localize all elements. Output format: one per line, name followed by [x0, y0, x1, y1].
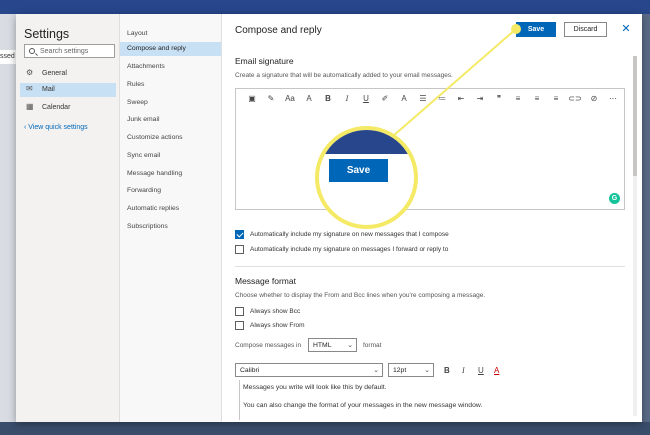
app-top-band	[0, 0, 650, 14]
subnav-item-message-handling[interactable]: Message handling	[120, 167, 221, 181]
bullets-icon[interactable]: ☰	[415, 92, 431, 106]
subnav-item-forwarding[interactable]: Forwarding	[120, 184, 221, 198]
search-icon	[29, 48, 35, 54]
italic-icon[interactable]: I	[339, 92, 355, 106]
font-color-icon[interactable]: A	[396, 92, 412, 106]
email-signature-heading: Email signature	[235, 56, 294, 66]
subnav-item-junk[interactable]: Junk email	[120, 113, 221, 127]
compose-format-select[interactable]: HTML ⌄	[308, 338, 357, 352]
editor-toolbar: ▣ ✎ Aa A B I U ✐ A ☰ ≔ ⇤ ⇥ ❞ ≡ ≡ ≡ ⊂⊃ ⊘ …	[236, 89, 624, 109]
message-format-heading: Message format	[235, 276, 296, 286]
scrollbar-thumb[interactable]	[633, 56, 637, 176]
email-signature-description: Create a signature that will be automati…	[235, 72, 453, 79]
numbering-icon[interactable]: ≔	[434, 92, 450, 106]
italic-icon[interactable]: I	[462, 366, 465, 375]
format-painter-icon[interactable]: ✎	[263, 92, 279, 106]
align-center-icon[interactable]: ≡	[529, 92, 545, 106]
underline-icon[interactable]: U	[358, 92, 374, 106]
subnav-item-customize[interactable]: Customize actions	[120, 131, 221, 145]
always-from-checkbox[interactable]	[235, 321, 244, 330]
chevron-down-icon: ⌄	[347, 342, 353, 349]
subnav-item-sweep[interactable]: Sweep	[120, 96, 221, 110]
view-quick-settings-link[interactable]: ‹ View quick settings	[24, 124, 88, 131]
settings-nav: Settings Search settings ⚙ General ✉ Mai…	[16, 14, 120, 422]
font-select[interactable]: Calibri ⌄	[235, 363, 383, 377]
gear-icon: ⚙	[26, 68, 34, 77]
bold-icon[interactable]: B	[444, 366, 450, 375]
align-left-icon[interactable]: ≡	[510, 92, 526, 106]
font-value: Calibri	[240, 367, 260, 374]
compose-in-label: Compose messages in	[235, 342, 302, 349]
always-from-label: Always show From	[250, 322, 305, 329]
page-title: Compose and reply	[235, 25, 322, 36]
font-color-icon[interactable]: A	[494, 366, 499, 375]
font-size-icon[interactable]: Aa	[282, 92, 298, 106]
subnav-item-compose[interactable]: Compose and reply	[120, 42, 221, 56]
zoom-callout: Save	[315, 126, 418, 229]
search-settings-input[interactable]: Search settings	[24, 44, 115, 58]
bold-icon[interactable]: B	[320, 92, 336, 106]
zoomed-save-button: Save	[329, 159, 388, 182]
subnav-item-auto-replies[interactable]: Automatic replies	[120, 202, 221, 216]
mail-icon: ✉	[26, 84, 33, 93]
quick-settings-label: View quick settings	[28, 124, 88, 131]
signature-new-label: Automatically include my signature on ne…	[250, 231, 449, 238]
compose-format-suffix: format	[363, 342, 382, 349]
increase-indent-icon[interactable]: ⇥	[472, 92, 488, 106]
signature-forward-label: Automatically include my signature on me…	[250, 246, 449, 253]
nav-item-general[interactable]: ⚙ General	[20, 67, 116, 81]
nav-item-calendar[interactable]: ▦ Calendar	[20, 101, 116, 115]
nav-item-label: Calendar	[42, 104, 71, 111]
font-size-decrease-icon[interactable]: A	[301, 92, 317, 106]
nav-item-label: Mail	[42, 86, 55, 93]
compose-reply-pane: Compose and reply Save Discard ✕ Email s…	[222, 14, 642, 422]
chevron-down-icon: ⌄	[424, 367, 430, 374]
quote-icon[interactable]: ❞	[491, 92, 507, 106]
font-size-value: 12pt	[393, 367, 407, 374]
nav-item-label: General	[42, 70, 67, 77]
signature-forward-checkbox[interactable]	[235, 245, 244, 254]
subnav-item-rules[interactable]: Rules	[120, 78, 221, 92]
message-format-description: Choose whether to display the From and B…	[235, 292, 486, 299]
subnav-item-sync[interactable]: Sync email	[120, 149, 221, 163]
save-button[interactable]: Save	[516, 22, 556, 37]
background-app-strip: ssed	[0, 14, 16, 435]
zoom-header-band	[319, 130, 414, 154]
unlink-icon[interactable]: ⊘	[586, 92, 602, 106]
scrollbar[interactable]	[633, 56, 637, 416]
mail-subnav: Layout Compose and reply Attachments Rul…	[120, 14, 222, 422]
settings-dialog: Settings Search settings ⚙ General ✉ Mai…	[16, 14, 642, 422]
subnav-item-attachments[interactable]: Attachments	[120, 60, 221, 74]
calendar-icon: ▦	[26, 102, 34, 111]
more-options-icon[interactable]: ⋯	[605, 92, 621, 106]
preview-line-1: Messages you write will look like this b…	[243, 384, 387, 391]
discard-button[interactable]: Discard	[564, 22, 607, 37]
image-icon[interactable]: ▣	[244, 92, 260, 106]
callout-dot	[511, 24, 521, 34]
background-tab: ssed	[0, 50, 16, 64]
compose-format-value: HTML	[313, 342, 332, 349]
underline-icon[interactable]: U	[478, 366, 484, 375]
always-bcc-label: Always show Bcc	[250, 308, 301, 315]
close-icon[interactable]: ✕	[620, 22, 632, 36]
background-bottom	[0, 422, 650, 435]
preview-line-2: You can also change the format of your m…	[243, 402, 483, 409]
always-bcc-checkbox[interactable]	[235, 307, 244, 316]
font-size-select[interactable]: 12pt ⌄	[388, 363, 434, 377]
subnav-item-layout[interactable]: Layout	[120, 27, 221, 41]
decrease-indent-icon[interactable]: ⇤	[453, 92, 469, 106]
subnav-item-subscriptions[interactable]: Subscriptions	[120, 220, 221, 234]
align-right-icon[interactable]: ≡	[548, 92, 564, 106]
highlight-icon[interactable]: ✐	[377, 92, 393, 106]
link-icon[interactable]: ⊂⊃	[567, 92, 583, 106]
settings-title: Settings	[24, 27, 70, 41]
grammarly-icon[interactable]: G	[609, 193, 620, 204]
chevron-down-icon: ⌄	[373, 367, 379, 374]
nav-item-mail[interactable]: ✉ Mail	[20, 83, 116, 97]
signature-new-checkbox[interactable]	[235, 230, 244, 239]
section-divider	[235, 266, 625, 267]
search-placeholder: Search settings	[40, 48, 89, 55]
signature-editor[interactable]: ▣ ✎ Aa A B I U ✐ A ☰ ≔ ⇤ ⇥ ❞ ≡ ≡ ≡ ⊂⊃ ⊘ …	[235, 88, 625, 210]
